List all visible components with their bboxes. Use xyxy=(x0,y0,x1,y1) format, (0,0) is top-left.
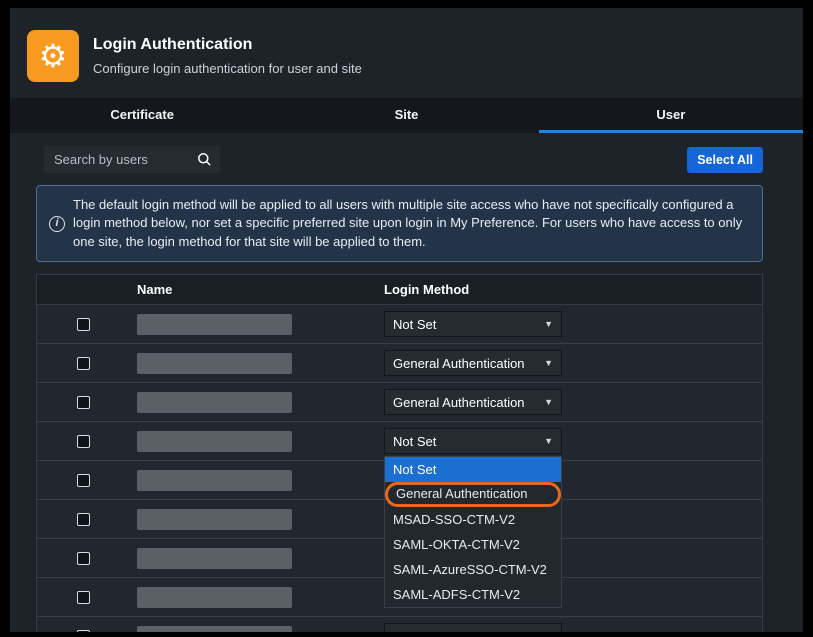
row-checkbox[interactable] xyxy=(77,396,90,409)
table-row: Not Set ▼ xyxy=(37,305,762,344)
login-method-select[interactable]: Not Set ▼ xyxy=(384,623,562,632)
login-method-value: Not Set xyxy=(393,629,436,632)
search-wrap xyxy=(44,146,220,173)
page-title: Login Authentication xyxy=(93,36,362,54)
screen: ⚙ Login Authentication Configure login a… xyxy=(0,0,813,637)
select-all-button[interactable]: Select All xyxy=(687,147,763,173)
checkbox-cell xyxy=(37,552,129,565)
name-cell xyxy=(129,392,376,413)
gear-icon: ⚙ xyxy=(27,30,79,82)
dropdown-option-saml-okta-ctm-v2[interactable]: SAML-OKTA-CTM-V2 xyxy=(385,532,561,557)
login-method-dropdown-menu: Not SetGeneral AuthenticationMSAD-SSO-CT… xyxy=(384,456,562,608)
login-method-value: General Authentication xyxy=(393,395,525,410)
tab-bar: CertificateSiteUser xyxy=(10,98,803,133)
checkbox-cell xyxy=(37,357,129,370)
name-cell xyxy=(129,509,376,530)
login-method-select[interactable]: Not Set ▼ xyxy=(384,311,562,337)
table-row: General Authentication ▼ xyxy=(37,383,762,422)
checkbox-cell xyxy=(37,474,129,487)
login-method-select[interactable]: General Authentication ▼ xyxy=(384,350,562,376)
info-icon: i xyxy=(49,216,65,232)
info-banner: i The default login method will be appli… xyxy=(36,185,763,262)
header-titles: Login Authentication Configure login aut… xyxy=(93,36,362,76)
table-row: Not Set ▼ Not SetGeneral AuthenticationM… xyxy=(37,422,762,461)
table-row: General Authentication ▼ xyxy=(37,344,762,383)
dropdown-option-msad-sso-ctm-v2[interactable]: MSAD-SSO-CTM-V2 xyxy=(385,507,561,532)
checkbox-cell xyxy=(37,630,129,632)
user-name-redacted xyxy=(137,509,292,530)
dropdown-option-general-authentication[interactable]: General Authentication xyxy=(385,482,561,507)
caret-down-icon: ▼ xyxy=(544,319,553,329)
name-cell xyxy=(129,470,376,491)
login-authentication-panel: ⚙ Login Authentication Configure login a… xyxy=(10,8,803,632)
user-name-redacted xyxy=(137,353,292,374)
name-cell xyxy=(129,431,376,452)
user-name-redacted xyxy=(137,314,292,335)
caret-down-icon: ▼ xyxy=(544,436,553,446)
row-checkbox[interactable] xyxy=(77,630,90,632)
login-method-cell: General Authentication ▼ xyxy=(376,389,762,415)
login-method-cell: Not Set ▼ xyxy=(376,311,762,337)
users-table: Name Login Method Not Set ▼ General Auth… xyxy=(36,274,763,632)
user-name-redacted xyxy=(137,548,292,569)
checkbox-cell xyxy=(37,435,129,448)
user-name-redacted xyxy=(137,431,292,452)
name-cell xyxy=(129,548,376,569)
search-icon xyxy=(197,152,212,172)
name-cell xyxy=(129,314,376,335)
row-checkbox[interactable] xyxy=(77,474,90,487)
table-header: Name Login Method xyxy=(37,275,762,305)
checkbox-cell xyxy=(37,513,129,526)
info-banner-text: The default login method will be applied… xyxy=(73,197,742,249)
login-method-cell: Not Set ▼ xyxy=(376,623,762,632)
row-checkbox[interactable] xyxy=(77,357,90,370)
dropdown-option-saml-azuresso-ctm-v2[interactable]: SAML-AzureSSO-CTM-V2 xyxy=(385,557,561,582)
user-name-redacted xyxy=(137,587,292,608)
checkbox-cell xyxy=(37,318,129,331)
caret-down-icon: ▼ xyxy=(544,358,553,368)
name-cell xyxy=(129,353,376,374)
gear-glyph: ⚙ xyxy=(39,40,68,72)
page-subtitle: Configure login authentication for user … xyxy=(93,61,362,76)
tab-site[interactable]: Site xyxy=(274,98,538,133)
checkbox-cell xyxy=(37,396,129,409)
login-method-cell: General Authentication ▼ xyxy=(376,350,762,376)
row-checkbox[interactable] xyxy=(77,435,90,448)
row-checkbox[interactable] xyxy=(77,513,90,526)
user-name-redacted xyxy=(137,392,292,413)
row-checkbox[interactable] xyxy=(77,552,90,565)
user-name-redacted xyxy=(137,626,292,632)
page-header: ⚙ Login Authentication Configure login a… xyxy=(10,8,803,98)
login-method-select[interactable]: General Authentication ▼ xyxy=(384,389,562,415)
login-method-value: Not Set xyxy=(393,434,436,449)
name-cell xyxy=(129,626,376,632)
name-cell xyxy=(129,587,376,608)
row-checkbox[interactable] xyxy=(77,318,90,331)
column-login-method: Login Method xyxy=(376,282,762,297)
table-body: Not Set ▼ General Authentication ▼ Gener… xyxy=(37,305,762,632)
dropdown-option-not-set[interactable]: Not Set xyxy=(385,457,561,482)
login-method-value: Not Set xyxy=(393,317,436,332)
login-method-value: General Authentication xyxy=(393,356,525,371)
login-method-cell: Not Set ▼ Not SetGeneral AuthenticationM… xyxy=(376,428,762,454)
tab-certificate[interactable]: Certificate xyxy=(10,98,274,133)
dropdown-option-saml-adfs-ctm-v2[interactable]: SAML-ADFS-CTM-V2 xyxy=(385,582,561,607)
column-name: Name xyxy=(129,282,376,297)
user-name-redacted xyxy=(137,470,292,491)
table-row: Not Set ▼ xyxy=(37,617,762,632)
search-input[interactable] xyxy=(44,146,220,173)
tab-user[interactable]: User xyxy=(539,98,803,133)
toolbar: Select All xyxy=(44,146,763,173)
login-method-select[interactable]: Not Set ▼ Not SetGeneral AuthenticationM… xyxy=(384,428,562,454)
caret-down-icon: ▼ xyxy=(544,397,553,407)
caret-down-icon: ▼ xyxy=(544,631,553,632)
row-checkbox[interactable] xyxy=(77,591,90,604)
checkbox-cell xyxy=(37,591,129,604)
